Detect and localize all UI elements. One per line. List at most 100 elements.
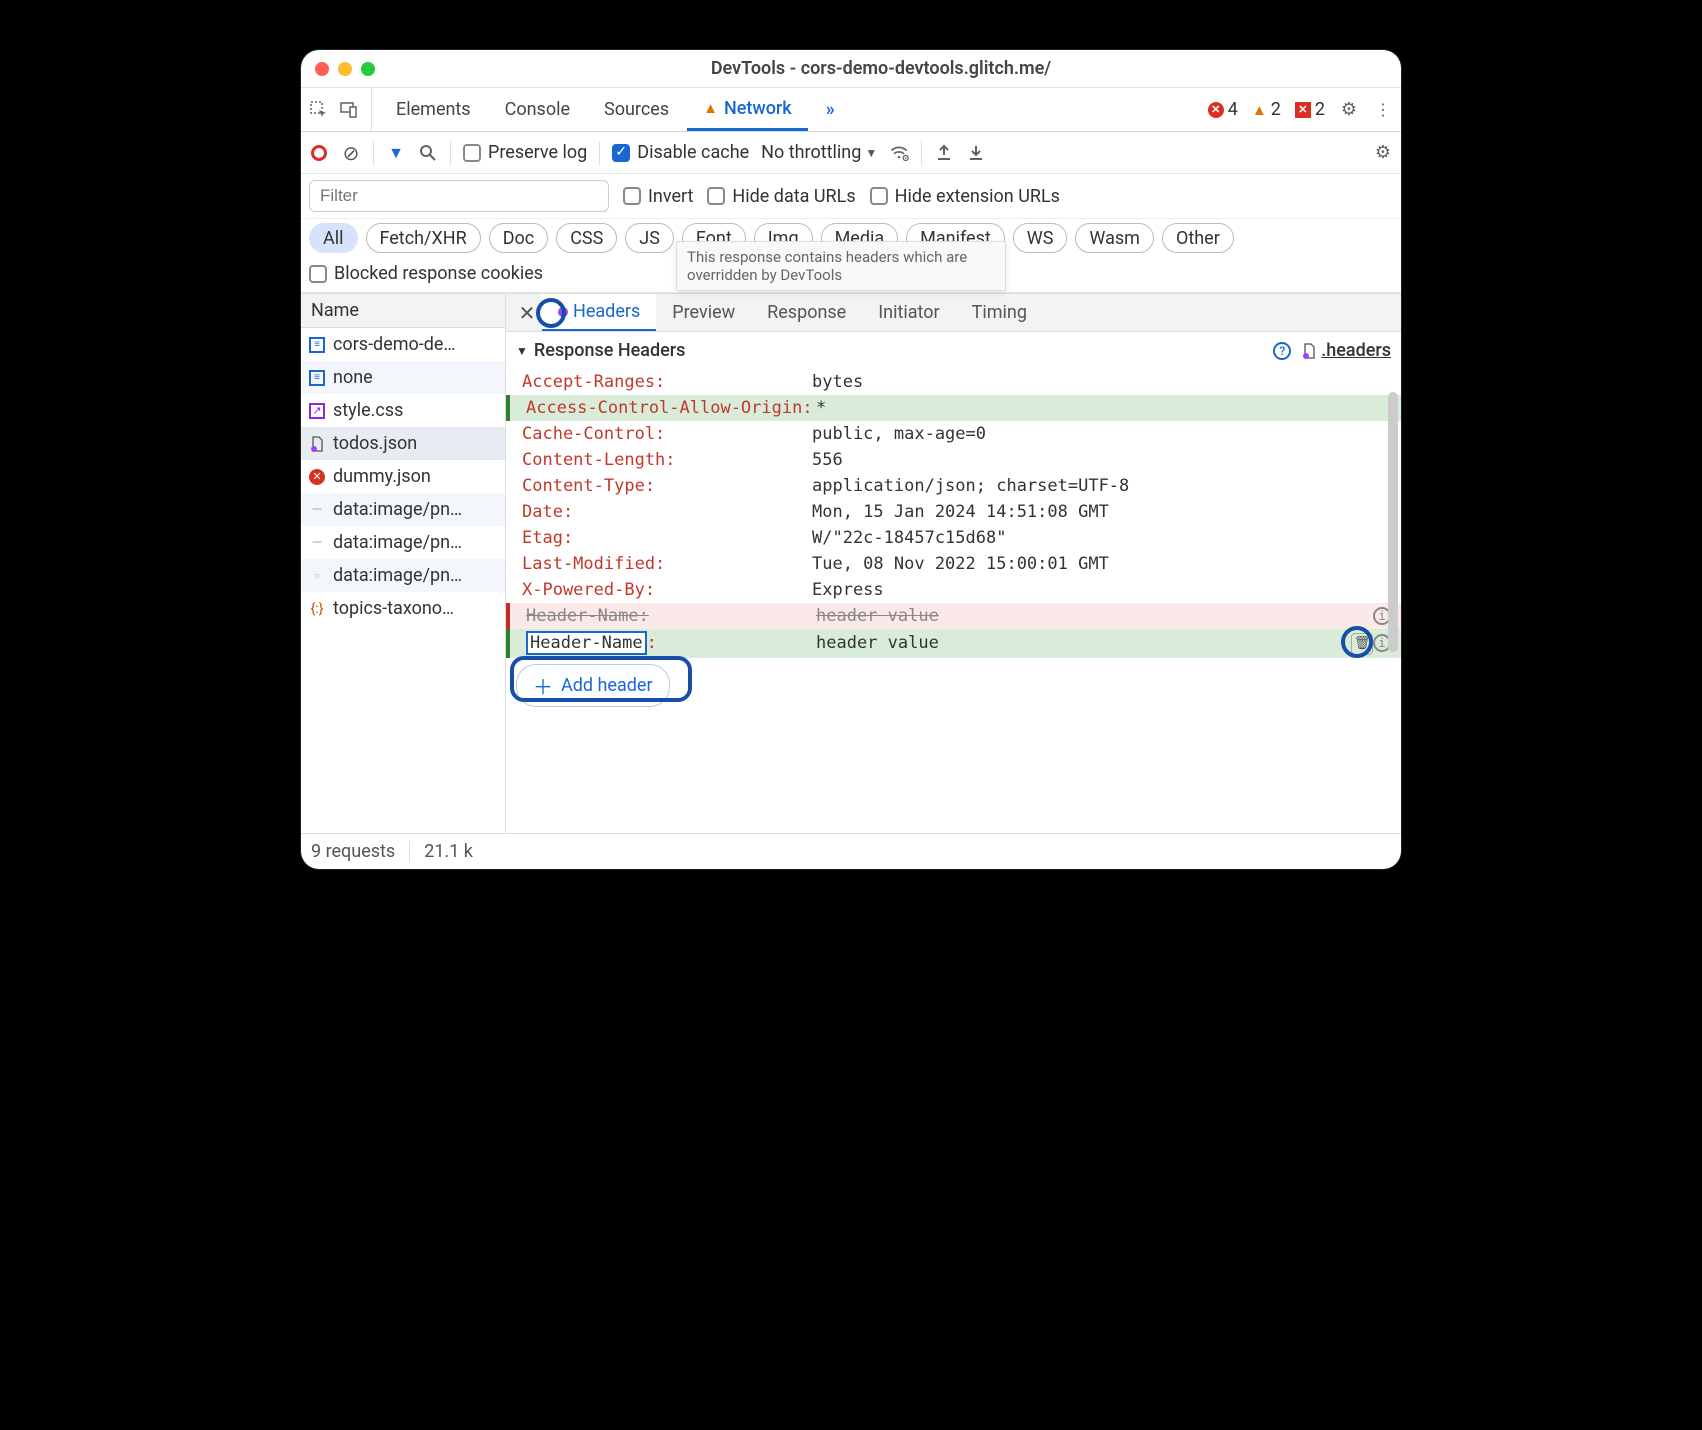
request-name: data:image/pn… bbox=[333, 499, 462, 520]
header-value: bytes bbox=[812, 372, 1391, 392]
request-count: 9 requests bbox=[311, 841, 410, 862]
header-value: Tue, 08 Nov 2022 15:00:01 GMT bbox=[812, 554, 1391, 574]
header-row: Last-Modified:Tue, 08 Nov 2022 15:00:01 … bbox=[506, 551, 1401, 577]
extra-filters-row: Blocked response cookies party requests … bbox=[301, 259, 1401, 293]
help-icon[interactable]: ? bbox=[1273, 342, 1291, 360]
kebab-menu-icon[interactable]: ⋮ bbox=[1373, 100, 1393, 120]
header-row[interactable]: Header-Name:header value🗑i bbox=[506, 629, 1401, 658]
filter-toggle-icon[interactable]: ▼ bbox=[386, 143, 406, 163]
header-name: Accept-Ranges: bbox=[522, 372, 812, 392]
plus-icon: ＋ bbox=[533, 671, 553, 700]
type-filter-other[interactable]: Other bbox=[1162, 223, 1234, 253]
settings-icon[interactable]: ⚙ bbox=[1339, 100, 1359, 120]
maximize-window-button[interactable] bbox=[361, 62, 375, 76]
invert-checkbox[interactable]: Invert bbox=[623, 186, 693, 207]
header-value: Mon, 15 Jan 2024 14:51:08 GMT bbox=[812, 502, 1391, 522]
scrollbar[interactable] bbox=[1388, 392, 1398, 652]
request-row[interactable]: ↗style.css bbox=[301, 394, 505, 427]
header-name: Cache-Control: bbox=[522, 424, 812, 444]
warnings-badge[interactable]: ▲2 bbox=[1252, 99, 1281, 120]
add-header-button[interactable]: ＋ Add header bbox=[516, 664, 670, 707]
close-window-button[interactable] bbox=[315, 62, 329, 76]
header-row: Content-Type:application/json; charset=U… bbox=[506, 473, 1401, 499]
window-title: DevTools - cors-demo-devtools.glitch.me/ bbox=[375, 58, 1387, 79]
disable-cache-checkbox[interactable]: Disable cache bbox=[612, 142, 749, 163]
request-name: data:image/pn… bbox=[333, 565, 462, 586]
network-conditions-icon[interactable] bbox=[889, 143, 909, 163]
throttling-select[interactable]: No throttling ▼ bbox=[761, 142, 877, 163]
type-filter-css[interactable]: CSS bbox=[556, 223, 617, 253]
detail-tab-timing[interactable]: Timing bbox=[956, 294, 1043, 331]
header-row: Header-Name:header valuei bbox=[506, 603, 1401, 629]
collapse-triangle-icon: ▼ bbox=[516, 344, 528, 358]
header-row: X-Powered-By:Express bbox=[506, 577, 1401, 603]
request-row[interactable]: ✕dummy.json bbox=[301, 460, 505, 493]
search-icon[interactable] bbox=[418, 143, 438, 163]
tab-elements[interactable]: Elements bbox=[380, 88, 487, 131]
filter-bar: Invert Hide data URLs Hide extension URL… bbox=[301, 174, 1401, 219]
header-value: header value bbox=[816, 633, 1347, 653]
headers-file-link[interactable]: .headers bbox=[1301, 340, 1391, 361]
close-detail-button[interactable]: ✕ bbox=[512, 294, 542, 331]
import-har-icon[interactable] bbox=[966, 143, 986, 163]
clear-button[interactable]: ⊘ bbox=[341, 143, 361, 163]
header-name: Header-Name: bbox=[526, 633, 816, 653]
request-row[interactable]: {:}topics-taxono… bbox=[301, 592, 505, 625]
detail-tabs: ✕ Headers Preview Response Initiator Tim… bbox=[506, 294, 1401, 332]
header-name: Content-Length: bbox=[522, 450, 812, 470]
header-name: Content-Type: bbox=[522, 476, 812, 496]
tab-console[interactable]: Console bbox=[489, 88, 586, 131]
blocked-badge[interactable]: ✕2 bbox=[1295, 99, 1325, 120]
header-row: Date:Mon, 15 Jan 2024 14:51:08 GMT bbox=[506, 499, 1401, 525]
device-toggle-icon[interactable] bbox=[339, 100, 359, 120]
request-row[interactable]: ▫data:image/pn… bbox=[301, 559, 505, 592]
tab-network[interactable]: ▲ Network bbox=[687, 88, 808, 131]
detail-tab-initiator[interactable]: Initiator bbox=[862, 294, 955, 331]
preserve-log-checkbox[interactable]: Preserve log bbox=[463, 142, 587, 163]
errors-badge[interactable]: ✕4 bbox=[1208, 99, 1238, 120]
header-row: Accept-Ranges:bytes bbox=[506, 369, 1401, 395]
request-name: style.css bbox=[333, 400, 403, 421]
inspect-icon[interactable] bbox=[309, 100, 329, 120]
header-name: Date: bbox=[522, 502, 812, 522]
delete-header-button[interactable]: 🗑 bbox=[1351, 633, 1373, 655]
transfer-size: 21.1 k bbox=[424, 841, 473, 862]
request-row[interactable]: ≡none bbox=[301, 361, 505, 394]
header-value: public, max-age=0 bbox=[812, 424, 1391, 444]
hide-extension-urls-checkbox[interactable]: Hide extension URLs bbox=[870, 186, 1060, 207]
network-settings-icon[interactable]: ⚙ bbox=[1373, 143, 1393, 163]
error-icon: ✕ bbox=[1208, 102, 1224, 118]
type-filter-doc[interactable]: Doc bbox=[489, 223, 549, 253]
request-row[interactable]: —data:image/pn… bbox=[301, 493, 505, 526]
record-button[interactable] bbox=[309, 143, 329, 163]
type-filter-ws[interactable]: WS bbox=[1013, 223, 1068, 253]
header-name: Access-Control-Allow-Origin: bbox=[526, 398, 816, 418]
request-row[interactable]: —data:image/pn… bbox=[301, 526, 505, 559]
type-filter-wasm[interactable]: Wasm bbox=[1075, 223, 1154, 253]
header-row: Access-Control-Allow-Origin:* bbox=[506, 395, 1401, 421]
blocked-cookies-checkbox[interactable]: Blocked response cookies bbox=[309, 263, 543, 284]
request-row[interactable]: ≡cors-demo-de… bbox=[301, 328, 505, 361]
more-tabs-button[interactable]: » bbox=[810, 88, 848, 131]
name-column-header[interactable]: Name bbox=[301, 294, 505, 328]
type-filter-all[interactable]: All bbox=[309, 223, 358, 253]
devtools-window: DevTools - cors-demo-devtools.glitch.me/… bbox=[301, 50, 1401, 869]
tab-sources[interactable]: Sources bbox=[588, 88, 685, 131]
type-filter-js[interactable]: JS bbox=[625, 223, 674, 253]
header-name: Etag: bbox=[522, 528, 812, 548]
hide-data-urls-checkbox[interactable]: Hide data URLs bbox=[707, 186, 855, 207]
minimize-window-button[interactable] bbox=[338, 62, 352, 76]
type-filter-fetchxhr[interactable]: Fetch/XHR bbox=[366, 223, 481, 253]
header-value: 556 bbox=[812, 450, 1391, 470]
request-row[interactable]: todos.json bbox=[301, 427, 505, 460]
detail-tab-preview[interactable]: Preview bbox=[656, 294, 751, 331]
response-headers-section[interactable]: ▼ Response Headers ? .headers bbox=[506, 332, 1401, 369]
titlebar: DevTools - cors-demo-devtools.glitch.me/ bbox=[301, 50, 1401, 88]
network-toolbar: ⊘ ▼ Preserve log Disable cache No thrott… bbox=[301, 132, 1401, 174]
override-tooltip: This response contains headers which are… bbox=[676, 241, 1006, 291]
export-har-icon[interactable] bbox=[934, 143, 954, 163]
detail-tab-response[interactable]: Response bbox=[751, 294, 862, 331]
filter-input[interactable] bbox=[309, 180, 609, 212]
file-override-icon bbox=[1301, 343, 1317, 359]
detail-tab-headers[interactable]: Headers bbox=[542, 294, 656, 331]
